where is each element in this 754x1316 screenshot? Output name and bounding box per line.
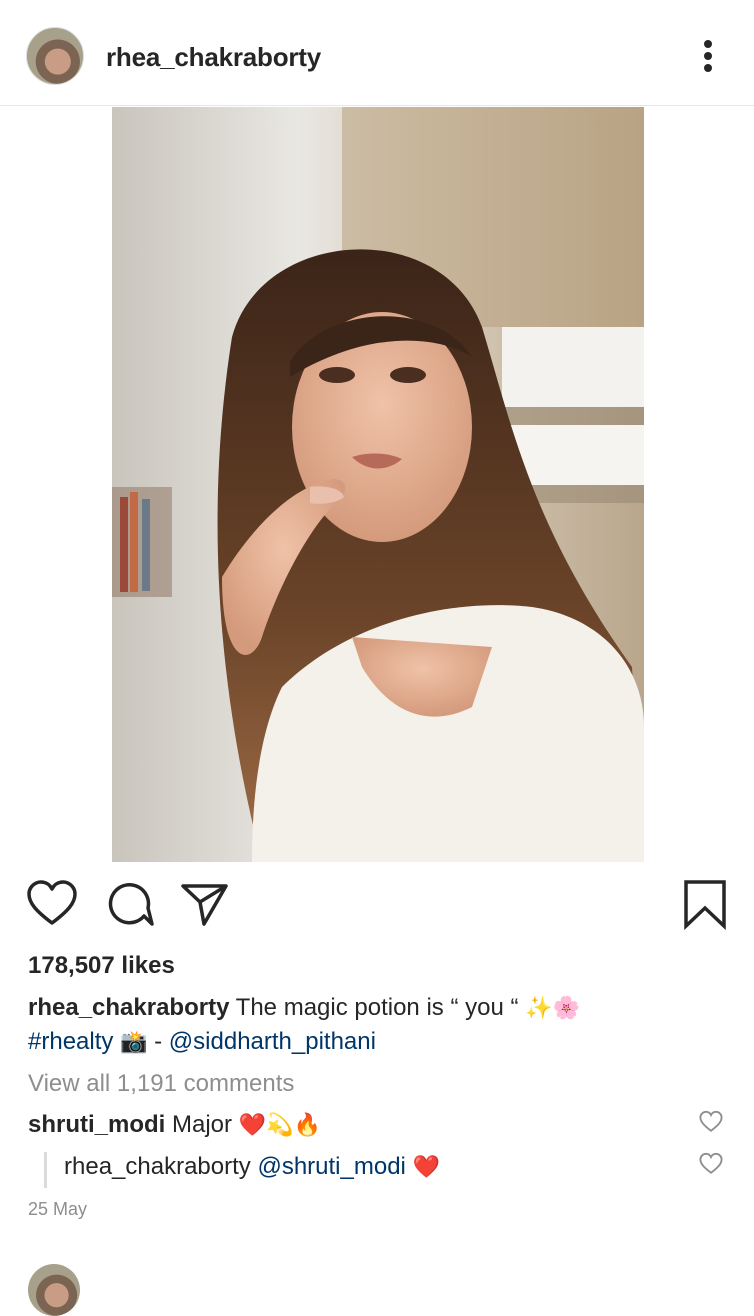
post-date: 25 May [28,1199,88,1219]
reply-thread-line [44,1152,47,1188]
caption-emoji: ✨🌸 [525,995,580,1020]
post-header: rhea_chakraborty [0,0,754,106]
caption-separator: - [147,1028,169,1055]
comment-emoji: ❤️💫🔥 [238,1112,321,1137]
reply-emoji: ❤️ [412,1154,440,1179]
comment-icon[interactable] [104,878,156,930]
avatar[interactable] [28,1264,80,1316]
post-actions [0,878,754,936]
bookmark-icon[interactable] [680,878,732,931]
comment-username[interactable]: shruti_modi [28,1111,165,1138]
reply-username[interactable]: rhea_chakraborty [64,1153,251,1180]
post-image[interactable] [112,107,644,862]
caption-username[interactable]: rhea_chakraborty [28,994,229,1021]
caption-hashtag[interactable]: #rhealty [28,1028,113,1055]
avatar[interactable] [26,27,84,85]
camera-emoji: 📸 [120,1029,148,1054]
view-all-comments-link[interactable]: View all 1,191 comments [28,1070,294,1098]
heart-icon[interactable] [698,1152,724,1176]
caption-text: The magic potion is “ you “ [229,994,526,1021]
reply-item: rhea_chakraborty @shruti_modi ❤️ [64,1150,440,1184]
heart-icon[interactable] [698,1110,724,1134]
send-icon[interactable] [180,878,232,930]
comment-text: Major [165,1111,239,1138]
more-vertical-icon[interactable] [694,34,722,78]
heart-icon[interactable] [26,878,78,930]
caption-mention[interactable]: @siddharth_pithani [169,1028,376,1055]
reply-mention[interactable]: @shruti_modi [257,1153,405,1180]
comment-item: shruti_modi Major ❤️💫🔥 [28,1108,321,1142]
like-count[interactable]: 178,507 likes [28,952,175,980]
post-username[interactable]: rhea_chakraborty [106,42,321,73]
caption: rhea_chakraborty The magic potion is “ y… [28,991,728,1059]
